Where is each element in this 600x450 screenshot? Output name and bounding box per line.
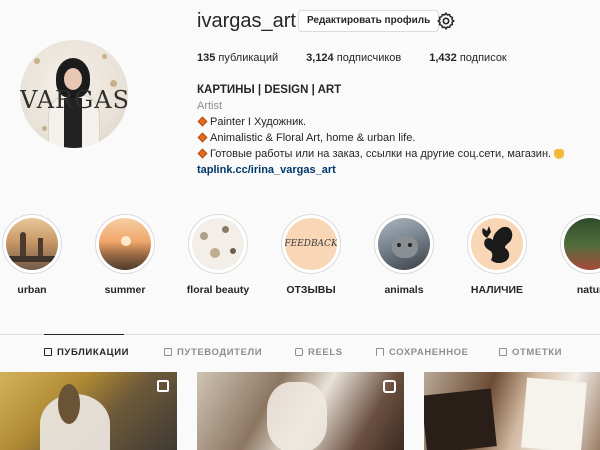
highlight-ring <box>374 214 434 274</box>
orange-diamond-icon <box>197 148 208 159</box>
edit-profile-button[interactable]: Редактировать профиль <box>298 10 440 32</box>
highlight-ring <box>95 214 155 274</box>
highlight-ring <box>2 214 62 274</box>
highlight-label: summer <box>104 284 146 296</box>
tab-label: СОХРАНЕННОЕ <box>389 347 469 358</box>
profile-bio: КАРТИНЫ | DESIGN | ART Artist Painter I … <box>197 82 565 178</box>
highlight-nature[interactable]: natur <box>555 214 600 296</box>
profile-stats: 135 публикаций 3,124 подписчиков 1,432 п… <box>197 52 535 64</box>
highlight-summer[interactable]: summer <box>90 214 160 296</box>
settings-gear-icon[interactable] <box>436 11 456 31</box>
posts-count-label: публикаций <box>218 52 279 64</box>
posts-count: 135 публикаций <box>197 52 278 64</box>
highlight-ring <box>467 214 527 274</box>
highlight-ring: FEEDBACK <box>281 214 341 274</box>
following-count-value: 1,432 <box>429 52 457 64</box>
orange-diamond-icon <box>197 132 208 143</box>
reel-icon <box>383 380 396 393</box>
grid-icon <box>44 348 52 356</box>
floral-painting-image <box>192 218 244 270</box>
story-highlights: urban summer floral beauty FEEDBACK ОТЗЫ… <box>0 214 600 314</box>
bio-line-text: Painter I Художник. <box>210 116 307 128</box>
tab-label: ПУБЛИКАЦИИ <box>57 347 130 358</box>
city-bridge-image <box>6 218 58 270</box>
post-thumbnail[interactable] <box>0 372 177 450</box>
highlight-animals[interactable]: animals <box>369 214 439 296</box>
photo-card <box>424 388 497 450</box>
post-thumbnail[interactable] <box>424 372 600 450</box>
highlight-label: animals <box>384 284 424 296</box>
profile-tabs: ПУБЛИКАЦИИ ПУТЕВОДИТЕЛИ REELS СОХРАНЕННО… <box>0 347 600 361</box>
bio-line: Painter I Художник. <box>197 114 564 130</box>
posts-count-value: 135 <box>197 52 216 64</box>
nature-image <box>564 218 600 270</box>
sunset-field-image <box>99 218 151 270</box>
tab-saved[interactable]: СОХРАНЕННОЕ <box>376 347 469 358</box>
highlight-label: floral beauty <box>186 284 250 296</box>
following-count-label: подписок <box>459 52 507 64</box>
bio-name: КАРТИНЫ | DESIGN | ART <box>197 84 342 96</box>
highlight-feedback[interactable]: FEEDBACK ОТЗЫВЫ <box>276 214 346 296</box>
profile-username: ivargas_art <box>197 10 296 32</box>
bookmark-icon <box>376 348 384 356</box>
decor-dot <box>34 58 40 64</box>
bio-line-text: Animalistic & Floral Art, home & urban l… <box>210 132 416 144</box>
bio-line: Готовые работы или на заказ, ссылки на д… <box>197 146 565 162</box>
decor-dot <box>102 54 107 59</box>
photo-card <box>521 377 587 450</box>
highlight-label: НАЛИЧИЕ <box>470 284 524 296</box>
highlight-label: urban <box>17 284 47 296</box>
bio-line: Animalistic & Floral Art, home & urban l… <box>197 130 564 146</box>
post-thumbnail[interactable] <box>197 372 404 450</box>
feedback-text-image: FEEDBACK <box>285 218 337 270</box>
rabbit-ear <box>58 384 80 424</box>
tab-guides[interactable]: ПУТЕВОДИТЕЛИ <box>164 347 262 358</box>
tab-tagged[interactable]: ОТМЕТКИ <box>499 347 562 358</box>
pointing-hand-emoji-icon <box>554 149 565 160</box>
tab-label: REELS <box>308 347 343 358</box>
tab-label: ОТМЕТКИ <box>512 347 563 358</box>
tab-posts[interactable]: ПУБЛИКАЦИИ <box>44 347 129 358</box>
tab-label: ПУТЕВОДИТЕЛИ <box>177 347 263 358</box>
decor-dot <box>42 126 47 131</box>
bio-category: Artist <box>197 100 223 112</box>
guide-icon <box>164 348 172 356</box>
followers-count[interactable]: 3,124 подписчиков <box>306 52 401 64</box>
highlight-floral-beauty[interactable]: floral beauty <box>183 214 253 296</box>
horse-shape <box>267 382 327 450</box>
followers-count-value: 3,124 <box>306 52 334 64</box>
orange-diamond-icon <box>197 116 208 127</box>
bio-line-text: Готовые работы или на заказ, ссылки на д… <box>210 148 552 160</box>
highlight-label: natur <box>576 284 600 296</box>
highlight-ring <box>188 214 248 274</box>
highlight-urban[interactable]: urban <box>0 214 67 296</box>
highlight-label: ОТЗЫВЫ <box>286 284 336 296</box>
bio-link[interactable]: taplink.cc/irina_vargas_art <box>197 162 564 178</box>
tag-icon <box>499 348 507 356</box>
highlight-nalichie[interactable]: НАЛИЧИЕ <box>462 214 532 296</box>
tab-reels[interactable]: REELS <box>295 347 343 358</box>
followers-count-label: подписчиков <box>336 52 402 64</box>
squirrel-silhouette-image <box>471 218 523 270</box>
highlight-ring <box>560 214 600 274</box>
carousel-icon <box>157 380 169 392</box>
avatar-logo-text: VARGAS <box>20 86 128 114</box>
following-count[interactable]: 1,432 подписок <box>429 52 507 64</box>
leopard-image <box>378 218 430 270</box>
profile-avatar[interactable]: VARGAS <box>20 40 128 148</box>
active-tab-indicator <box>44 334 124 335</box>
reels-icon <box>295 348 303 356</box>
